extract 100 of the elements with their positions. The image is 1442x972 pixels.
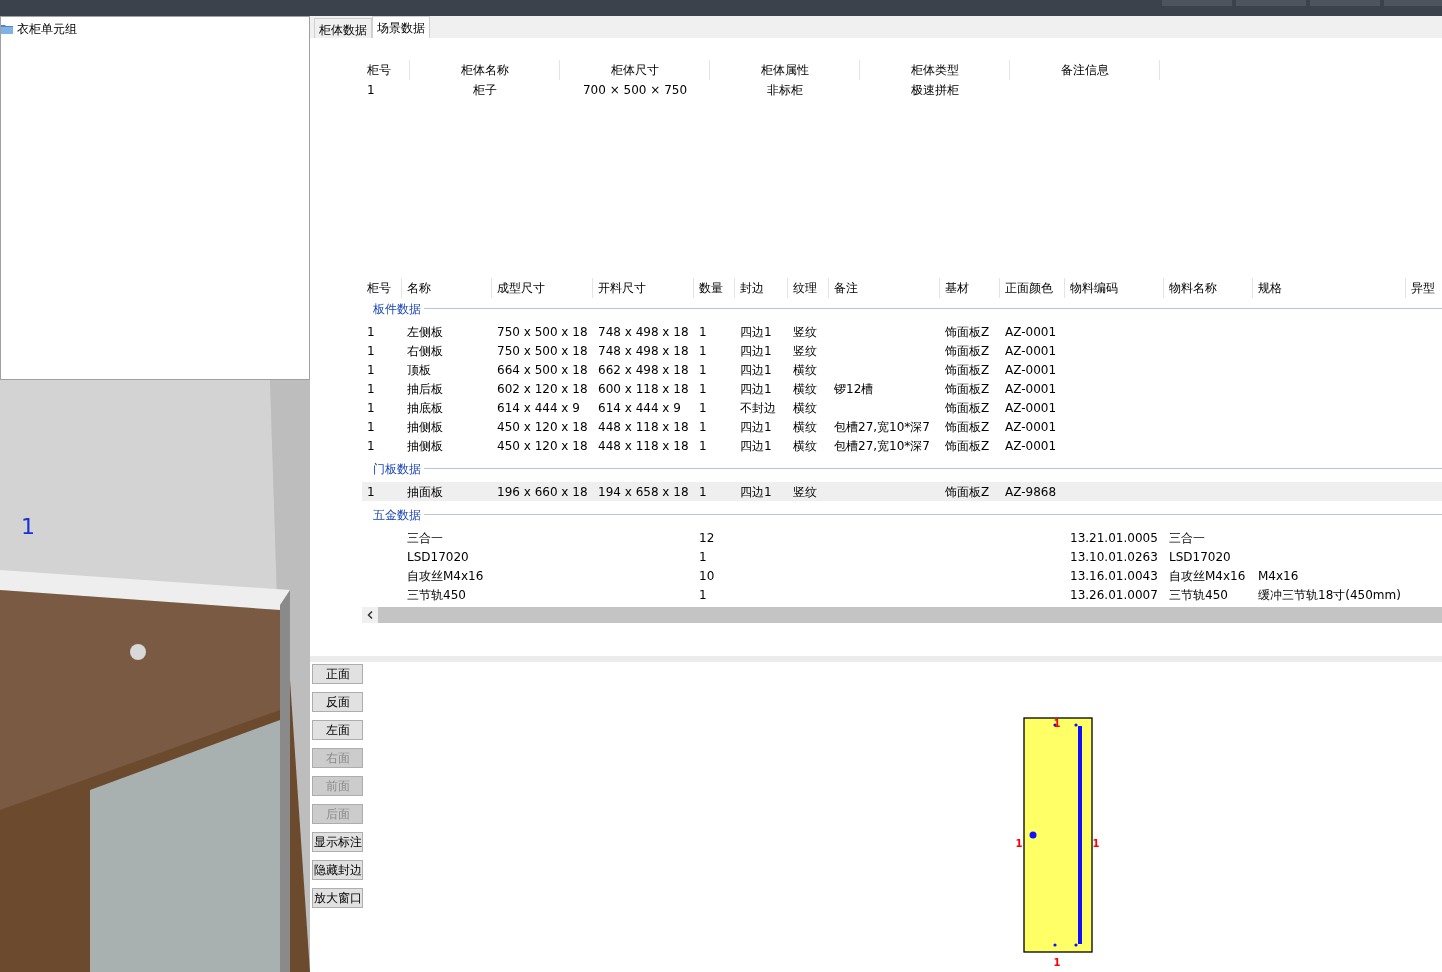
table-cell: 抽面板 (407, 484, 443, 499)
table-cell: 四边1 (740, 438, 772, 453)
table-cell: LSD17020 (407, 549, 469, 564)
table-cell: 自攻丝M4x16 (1169, 568, 1246, 583)
column-header: 异型 (1411, 280, 1435, 297)
table-cell: 缓冲三节轨18寸(450mm) (1258, 587, 1401, 602)
table-cell: M4x16 (1258, 568, 1299, 583)
column-header: 备注 (834, 280, 858, 297)
table-row[interactable]: 1 顶板 664 x 500 x 18 662 x 498 x 18 1 四边1 横纹 饰面板Z AZ-0001 (362, 360, 1442, 379)
table-cell: 1 (367, 438, 375, 453)
table-cell: 饰面板Z (945, 419, 990, 434)
table-cell: 三合一 (1169, 530, 1205, 545)
table-cell: 1 (699, 343, 707, 358)
view-button[interactable]: 左面 (312, 720, 363, 740)
table-cell: 1 (699, 362, 707, 377)
table-cell: 包槽27,宽10*深7 (834, 419, 930, 434)
table-cell: 横纹 (793, 438, 817, 453)
table-row[interactable]: 1 抽侧板 450 x 120 x 18 448 x 118 x 18 1 四边1 横纹 包槽27,宽10*深7 饰面板Z AZ-0001 (362, 436, 1442, 455)
table-cell-text: 非标柜 (767, 82, 803, 99)
table-cell: 1 (367, 343, 375, 358)
table-cell: 13.16.01.0043 (1070, 568, 1158, 583)
column-header: 数量 (699, 280, 723, 297)
table-cell: 10 (699, 568, 715, 583)
table-cell: 锣12槽 (834, 381, 874, 396)
table-cell: 竖纹 (793, 343, 817, 358)
table-cell: 饰面板Z (945, 381, 990, 396)
tree-item[interactable]: 衣柜单元组 (1, 20, 309, 38)
column-header: 正面颜色 (1005, 280, 1053, 297)
table-cell: AZ-0001 (1005, 324, 1057, 339)
column-header: 封边 (740, 280, 764, 297)
table-cell: 1 (699, 400, 707, 415)
table-row[interactable]: LSD17020 1 13.10.01.0263 LSD17020 (362, 547, 1442, 566)
table-cell: 1 (367, 324, 375, 339)
table-cell: 不封边 (740, 400, 776, 415)
table-row[interactable]: 三节轨450 1 13.26.01.0007 三节轨450 缓冲三节轨18寸(450mm) (362, 585, 1442, 604)
view-button[interactable]: 放大窗口 (312, 888, 363, 908)
table-cell: AZ-0001 (1005, 438, 1057, 453)
table-row[interactable]: 自攻丝M4x16 10 13.16.01.0043 自攻丝M4x16 M4x16 (362, 566, 1442, 585)
table-row[interactable]: 1 抽侧板 450 x 120 x 18 448 x 118 x 18 1 四边1 横纹 包槽27,宽10*深7 饰面板Z AZ-0001 (362, 417, 1442, 436)
table-cell: 13.26.01.0007 (1070, 587, 1158, 602)
table-cell: 1 (699, 419, 707, 434)
table-cell: AZ-0001 (1005, 381, 1057, 396)
table-cell: 1 (367, 362, 375, 377)
table-cell: 600 x 118 x 18 (598, 381, 689, 396)
column-header: 基材 (945, 280, 969, 297)
table-cell-text: 柜子 (473, 82, 497, 99)
table-cell: 四边1 (740, 484, 772, 499)
view-button[interactable]: 显示标注 (312, 832, 363, 852)
table-row[interactable]: 三合一 12 13.21.01.0005 三合一 (362, 528, 1442, 547)
column-header: 开料尺寸 (598, 280, 646, 297)
table-cell: 448 x 118 x 18 (598, 419, 689, 434)
column-header: 柜号 (367, 280, 391, 297)
table-cell: 1 (699, 587, 707, 602)
table-cell: 包槽27,宽10*深7 (834, 438, 930, 453)
table-cell: 饰面板Z (945, 438, 990, 453)
table-cell: 1 (699, 484, 707, 499)
column-header: 柜体尺寸 (610, 62, 659, 79)
table-cell: 602 x 120 x 18 (497, 381, 588, 396)
column-header: 柜体类型 (910, 62, 959, 79)
table-cell: 三合一 (407, 530, 443, 545)
folder-icon (1, 24, 13, 34)
table-cell: 196 x 660 x 18 (497, 484, 588, 499)
table-cell: 450 x 120 x 18 (497, 438, 588, 453)
table-row[interactable]: 1 抽底板 614 x 444 x 9 614 x 444 x 9 1 不封边 横纹 饰面板Z AZ-0001 (362, 398, 1442, 417)
view-button[interactable]: 隐藏封边 (312, 860, 363, 880)
column-header: 纹理 (793, 280, 817, 297)
table-cell: 1 (699, 324, 707, 339)
table-cell: 12 (699, 530, 715, 545)
view-button[interactable]: 正面 (312, 664, 363, 684)
table-cell: 748 x 498 x 18 (598, 324, 689, 339)
view-button[interactable]: 反面 (312, 692, 363, 712)
table-cell: AZ-9868 (1005, 484, 1057, 499)
table-row[interactable]: 1 右侧板 750 x 500 x 18 748 x 498 x 18 1 四边1 竖纹 饰面板Z AZ-0001 (362, 341, 1442, 360)
table-cell: 横纹 (793, 362, 817, 377)
column-header: 备注信息 (1060, 62, 1109, 79)
tab[interactable]: 场景数据 (372, 16, 430, 38)
table-cell: 13.21.01.0005 (1070, 530, 1158, 545)
scroll-left-button[interactable] (362, 607, 378, 623)
table-cell: 614 x 444 x 9 (598, 400, 681, 415)
table-row[interactable]: 1 抽后板 602 x 120 x 18 600 x 118 x 18 1 四边1 横纹 锣12槽 饰面板Z AZ-0001 (362, 379, 1442, 398)
table-cell: 662 x 498 x 18 (598, 362, 689, 377)
table-cell: 1 (367, 381, 375, 396)
table-cell-text: 1 (367, 82, 375, 99)
table-cell: 四边1 (740, 324, 772, 339)
table-cell: 四边1 (740, 419, 772, 434)
table-cell: 自攻丝M4x16 (407, 568, 484, 583)
column-header: 成型尺寸 (497, 280, 545, 297)
table-row[interactable]: 1 左侧板 750 x 500 x 18 748 x 498 x 18 1 四边1 竖纹 饰面板Z AZ-0001 (362, 322, 1442, 341)
table-cell: 横纹 (793, 400, 817, 415)
table-cell: 横纹 (793, 419, 817, 434)
table-cell: 饰面板Z (945, 324, 990, 339)
column-header: 柜体名称 (460, 62, 509, 79)
table-cell: 750 x 500 x 18 (497, 324, 588, 339)
table-cell: 横纹 (793, 381, 817, 396)
table-cell: 1 (699, 381, 707, 396)
table-row[interactable]: 1 抽面板 196 x 660 x 18 194 x 658 x 18 1 四边1 竖纹 饰面板Z AZ-9868 (362, 482, 1442, 501)
table-cell: 左侧板 (407, 324, 443, 339)
table-cell: 抽侧板 (407, 419, 443, 434)
tab[interactable]: 柜体数据 (314, 18, 372, 38)
table-cell: 饰面板Z (945, 362, 990, 377)
